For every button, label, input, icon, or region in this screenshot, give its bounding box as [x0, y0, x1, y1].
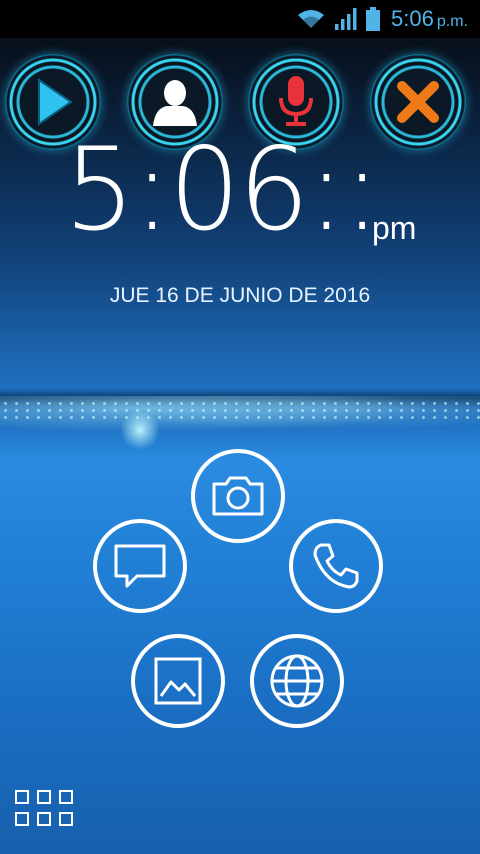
browser-shortcut[interactable] — [250, 634, 344, 728]
status-time: 5:06 p.m. — [391, 6, 468, 32]
status-time-value: 5:06 — [391, 6, 434, 31]
date-label: JUE 16 DE JUNIO DE 2016 — [109, 284, 371, 307]
wifi-icon — [298, 10, 324, 28]
close-icon — [397, 81, 439, 123]
globe-icon — [270, 654, 324, 708]
grid-cell — [37, 812, 51, 826]
clock-time: 5:06:: — [64, 123, 381, 257]
status-icons — [296, 6, 380, 32]
camera-shortcut[interactable] — [191, 449, 285, 543]
status-time-ampm: p.m. — [436, 13, 468, 30]
sparkle-band — [0, 400, 480, 420]
phone-shortcut[interactable] — [289, 519, 383, 613]
signal-icon — [335, 8, 357, 30]
phone-icon — [313, 543, 359, 589]
gallery-shortcut[interactable] — [131, 634, 225, 728]
lock-screen: 5:06 p.m. 5:06:: pm JUE 16 DE JUNIO DE 2… — [0, 0, 480, 854]
clock-ampm: pm — [372, 210, 417, 246]
messages-shortcut[interactable] — [93, 519, 187, 613]
light-glow — [120, 410, 160, 450]
grid-cell — [15, 790, 29, 804]
grid-cell — [59, 790, 73, 804]
grid-cell — [37, 790, 51, 804]
battery-icon — [366, 7, 380, 31]
app-grid-icon[interactable] — [15, 790, 75, 828]
message-icon — [114, 544, 166, 588]
status-bar: 5:06 p.m. — [0, 0, 480, 38]
clock: 5:06:: pm — [64, 123, 424, 257]
grid-cell — [59, 812, 73, 826]
grid-cell — [15, 812, 29, 826]
camera-icon — [212, 476, 264, 516]
gallery-icon — [154, 657, 202, 705]
